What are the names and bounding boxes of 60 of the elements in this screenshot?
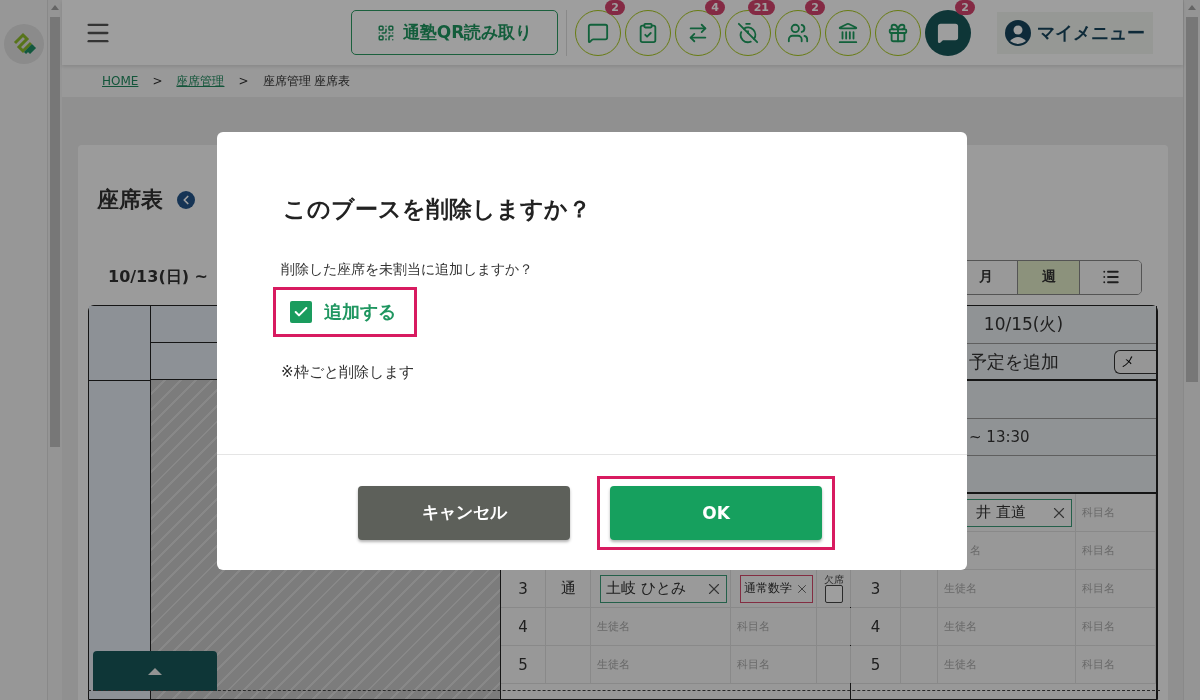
list-view-tab[interactable] bbox=[1079, 260, 1141, 294]
seat-number: 5 bbox=[501, 646, 546, 683]
count-badge: 2 bbox=[955, 0, 975, 15]
breadcrumb-current: 座席管理 座席表 bbox=[262, 72, 351, 90]
breadcrumb-link[interactable]: 座席管理 bbox=[176, 72, 225, 90]
cancel-button[interactable]: キャンセル bbox=[358, 485, 570, 540]
seat-number: 4 bbox=[501, 608, 546, 645]
subject-chip[interactable]: 通常数学 bbox=[740, 574, 813, 603]
dialog-title: このブースを削除しますか？ bbox=[283, 195, 592, 224]
icon-button[interactable] bbox=[825, 9, 871, 56]
count-badge: 2 bbox=[605, 0, 625, 15]
qr-code-icon bbox=[376, 23, 395, 42]
dialog-question: 削除した座席を未割当に追加しますか？ bbox=[281, 261, 534, 279]
absent-checkbox[interactable] bbox=[824, 584, 843, 603]
date-range: 10/13(日) ~ bbox=[108, 266, 208, 288]
time-range: ~ 13:30 bbox=[969, 428, 1030, 446]
dialog-note: ※枠ごと削除します bbox=[281, 363, 415, 382]
qr-scan-button[interactable]: 通塾QR読み取り bbox=[351, 10, 558, 55]
count-badge: 21 bbox=[747, 0, 775, 15]
breadcrumb-separator: > bbox=[238, 74, 249, 88]
count-badge: 4 bbox=[705, 0, 725, 15]
view-tab[interactable]: 週 bbox=[1017, 260, 1079, 294]
breadcrumb-separator: > bbox=[152, 74, 163, 88]
scrollbar[interactable] bbox=[47, 0, 62, 700]
absent-label: 欠席 bbox=[823, 574, 844, 585]
memo-button[interactable]: メ bbox=[1114, 349, 1156, 374]
triangle-up-icon bbox=[148, 667, 162, 675]
icon-button[interactable] bbox=[875, 9, 921, 56]
chat-icon bbox=[937, 21, 959, 44]
add-event-label[interactable]: 予定を追加 bbox=[969, 349, 1059, 374]
seat-number: 4 bbox=[851, 608, 901, 645]
student-chip[interactable]: 土岐 ひとみ bbox=[600, 574, 727, 603]
day-date: 10/15(火) bbox=[982, 313, 1065, 336]
list-icon bbox=[1101, 268, 1120, 286]
ok-button[interactable]: OK bbox=[610, 485, 822, 540]
checkbox[interactable] bbox=[290, 301, 312, 323]
icon-button[interactable] bbox=[725, 9, 771, 56]
gift-icon bbox=[887, 21, 909, 44]
my-menu-button[interactable]: マイメニュー bbox=[997, 11, 1153, 54]
icon-button[interactable] bbox=[575, 9, 621, 56]
checklist-icon bbox=[637, 21, 659, 44]
arrows-icon bbox=[687, 21, 709, 44]
seat-number: 5 bbox=[851, 646, 901, 683]
icon-button[interactable] bbox=[775, 9, 821, 56]
logo-icon bbox=[3, 24, 44, 64]
chat-icon bbox=[587, 21, 609, 44]
scrollbar[interactable] bbox=[1183, 0, 1200, 700]
breadcrumb-link[interactable]: HOME bbox=[102, 74, 139, 88]
add-checkbox[interactable]: 追加する bbox=[290, 300, 396, 324]
icon-button[interactable] bbox=[675, 9, 721, 56]
chevron-left-icon[interactable] bbox=[177, 191, 195, 209]
checkbox-label: 追加する bbox=[324, 300, 396, 324]
icon-button[interactable] bbox=[925, 9, 971, 56]
bank-icon bbox=[837, 21, 859, 44]
page-title: 座席表 bbox=[97, 186, 163, 214]
timer-off-icon bbox=[737, 21, 759, 44]
user-icon bbox=[1005, 19, 1031, 46]
group-icon bbox=[787, 21, 809, 44]
icon-button[interactable] bbox=[625, 9, 671, 56]
count-badge: 2 bbox=[805, 0, 825, 15]
